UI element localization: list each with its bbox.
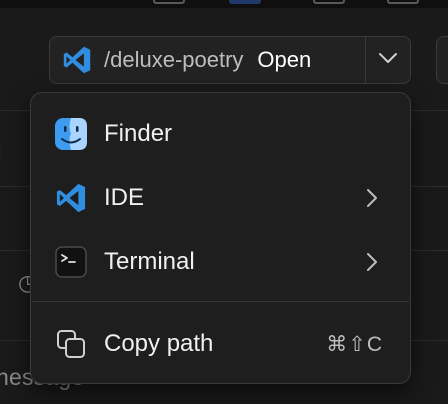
chevron-right-icon — [362, 250, 382, 274]
copy-icon — [54, 327, 88, 361]
toolbar-panel-icon[interactable] — [313, 0, 345, 4]
toolbar-grid-icon[interactable] — [387, 0, 419, 4]
open-in-menu: Finder IDE Terminal Copy path ⌘⇧C — [30, 92, 411, 384]
menu-item-label: Copy path — [104, 330, 214, 357]
menu-item-label: Finder — [104, 120, 173, 147]
menu-item-copy-path[interactable]: Copy path ⌘⇧C — [41, 316, 400, 372]
menu-item-label: IDE — [104, 184, 145, 211]
adjacent-button[interactable] — [436, 36, 448, 84]
open-in-button-group: /deluxe-poetry Open — [49, 36, 411, 84]
menu-item-label: Terminal — [104, 248, 195, 275]
top-toolbar-strip — [0, 0, 448, 8]
open-label: Open — [257, 47, 312, 72]
terminal-icon — [54, 245, 88, 279]
open-button[interactable]: /deluxe-poetry Open — [50, 37, 365, 83]
vscode-icon — [62, 45, 92, 75]
vscode-icon — [54, 181, 88, 215]
open-dropdown-toggle[interactable] — [365, 37, 410, 83]
menu-item-finder[interactable]: Finder — [41, 106, 400, 162]
menu-separator — [32, 301, 409, 302]
project-path: /deluxe-poetry — [104, 47, 244, 72]
menu-item-ide[interactable]: IDE — [41, 170, 400, 226]
toolbar-window-icon[interactable] — [153, 0, 185, 4]
chevron-down-icon — [378, 51, 398, 69]
finder-icon — [54, 117, 88, 151]
keyboard-shortcut: ⌘⇧C — [326, 332, 383, 356]
menu-item-terminal[interactable]: Terminal — [41, 234, 400, 290]
toolbar-active-icon[interactable] — [229, 0, 261, 4]
chevron-right-icon — [362, 186, 382, 210]
background-chevron-icon: ‹ — [0, 135, 1, 161]
